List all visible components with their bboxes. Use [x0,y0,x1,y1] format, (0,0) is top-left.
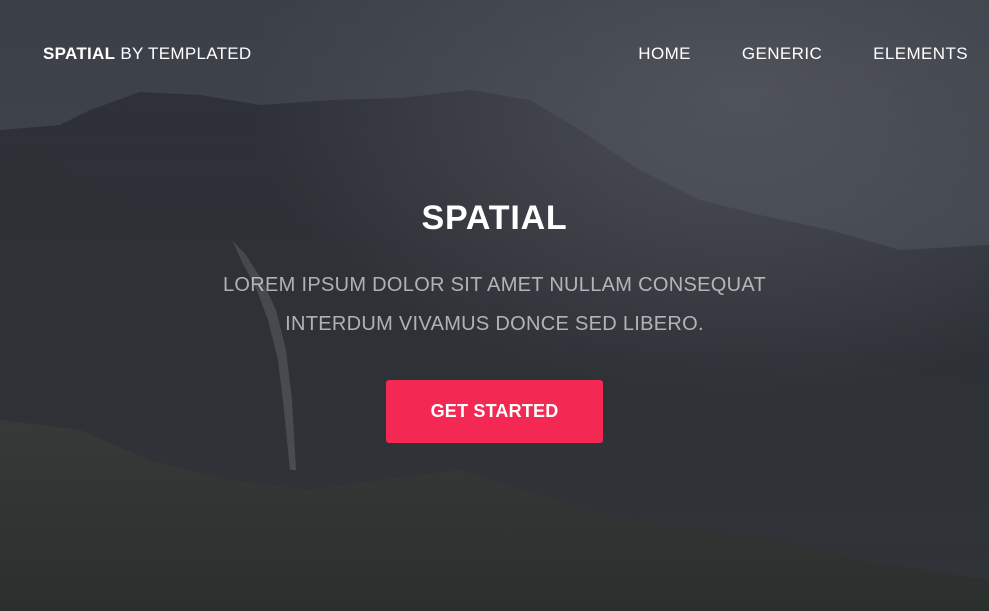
site-header: SPATIAL BY TEMPLATED HOME GENERIC ELEMEN… [0,0,989,110]
banner-text: LOREM IPSUM DOLOR SIT AMET NULLAM CONSEQ… [223,274,766,335]
logo-name: SPATIAL [43,44,116,63]
hero-section: SPATIAL BY TEMPLATED HOME GENERIC ELEMEN… [0,0,989,611]
nav-item-home[interactable]: HOME [638,44,691,64]
banner: SPATIAL LOREM IPSUM DOLOR SIT AMET NULLA… [0,196,989,443]
logo-byline: BY TEMPLATED [120,44,252,63]
banner-title: SPATIAL [421,199,568,237]
nav-item-elements[interactable]: ELEMENTS [873,44,968,64]
site-logo[interactable]: SPATIAL BY TEMPLATED [43,44,252,64]
main-nav: HOME GENERIC ELEMENTS [587,44,968,64]
get-started-button[interactable]: GET STARTED [386,380,603,443]
nav-item-generic[interactable]: GENERIC [742,44,822,64]
